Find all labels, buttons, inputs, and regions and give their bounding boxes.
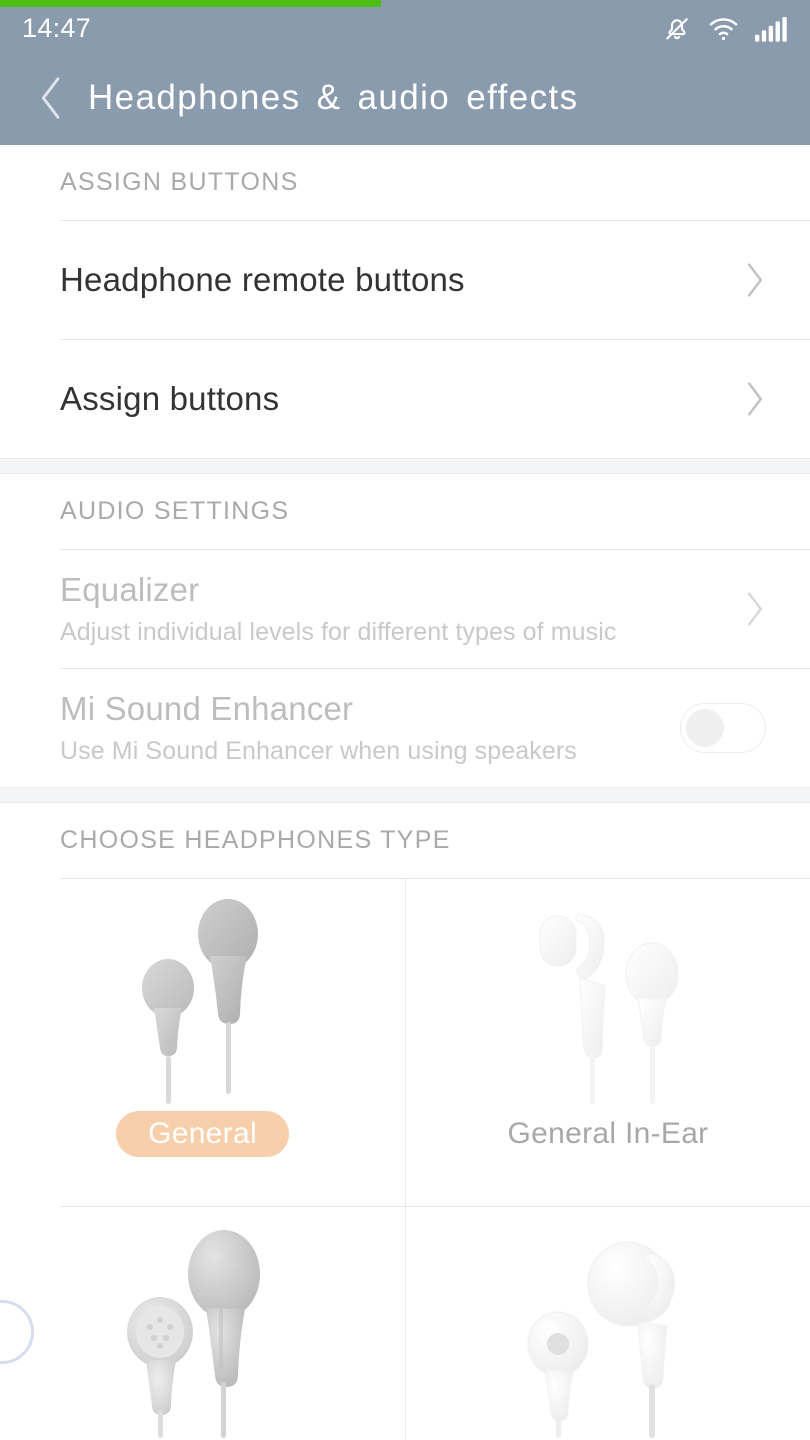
headphones-option-general[interactable]: General	[0, 879, 405, 1206]
settings-content: ASSIGN BUTTONS Headphone remote buttons …	[0, 145, 810, 1440]
row-text: Headphone remote buttons	[60, 261, 726, 299]
row-subtitle: Use Mi Sound Enhancer when using speaker…	[60, 737, 680, 766]
headphones-option-label: General In-Ear	[476, 1111, 741, 1157]
mi-sound-enhancer-toggle[interactable]	[680, 703, 766, 753]
inear-white-icon	[528, 879, 688, 1109]
row-headphone-remote-buttons[interactable]: Headphone remote buttons	[0, 221, 810, 339]
notifications-muted-icon	[662, 14, 692, 44]
wifi-icon	[708, 14, 739, 44]
headphones-option-3[interactable]	[0, 1207, 405, 1440]
headphones-option-4[interactable]	[405, 1207, 810, 1440]
section-header-headphones-type: CHOOSE HEADPHONES TYPE	[0, 803, 810, 878]
headphones-type-grid-row	[0, 1207, 810, 1440]
section-assign-buttons: ASSIGN BUTTONS Headphone remote buttons …	[0, 145, 810, 458]
row-title: Mi Sound Enhancer	[60, 690, 680, 728]
chevron-right-icon	[726, 261, 766, 299]
row-text: Assign buttons	[60, 380, 726, 418]
headphones-type-grid: General	[0, 879, 810, 1440]
headphones-option-general-in-ear[interactable]: General In-Ear	[405, 879, 810, 1206]
status-bar: 14:47	[0, 0, 810, 50]
status-icon-group	[662, 14, 788, 44]
earbud-grey-large-icon	[118, 1207, 288, 1437]
headphones-option-label: General	[116, 1111, 289, 1157]
page-loading-bar	[0, 0, 810, 7]
app-bar: Headphones & audio effects	[0, 50, 810, 145]
row-mi-sound-enhancer[interactable]: Mi Sound Enhancer Use Mi Sound Enhancer …	[0, 669, 810, 787]
section-gap	[0, 787, 810, 803]
chevron-right-icon	[726, 380, 766, 418]
signal-bars-icon	[755, 15, 788, 43]
back-chevron-icon[interactable]	[28, 68, 74, 128]
section-audio-settings: AUDIO SETTINGS Equalizer Adjust individu…	[0, 474, 810, 787]
row-title: Assign buttons	[60, 380, 726, 418]
row-assign-buttons[interactable]: Assign buttons	[0, 340, 810, 458]
phone-screen: 14:47	[0, 0, 810, 1440]
section-header-assign-buttons: ASSIGN BUTTONS	[0, 145, 810, 220]
row-equalizer[interactable]: Equalizer Adjust individual levels for d…	[0, 550, 810, 668]
page-loading-bar-fill	[0, 0, 381, 7]
inear-white-large-icon	[518, 1207, 698, 1437]
section-headphones-type: CHOOSE HEADPHONES TYPE	[0, 803, 810, 1440]
headphones-type-grid-row: General	[0, 879, 810, 1206]
section-header-audio-settings: AUDIO SETTINGS	[0, 474, 810, 549]
row-subtitle: Adjust individual levels for different t…	[60, 618, 726, 647]
row-text: Mi Sound Enhancer Use Mi Sound Enhancer …	[60, 690, 680, 766]
row-title: Headphone remote buttons	[60, 261, 726, 299]
earbud-grey-icon	[128, 879, 278, 1109]
page-title: Headphones & audio effects	[88, 78, 579, 118]
toggle-knob	[686, 709, 724, 747]
row-text: Equalizer Adjust individual levels for d…	[60, 571, 726, 647]
status-clock: 14:47	[22, 13, 91, 44]
row-title: Equalizer	[60, 571, 726, 609]
section-gap	[0, 458, 810, 474]
chevron-right-icon	[726, 590, 766, 628]
